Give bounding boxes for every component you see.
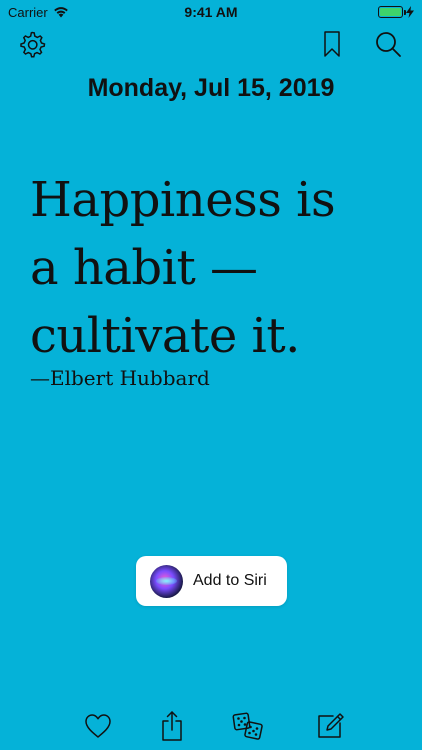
quote-line: a habit — bbox=[30, 240, 258, 296]
carrier-label: Carrier bbox=[8, 4, 48, 20]
add-to-siri-button[interactable]: Add to Siri bbox=[136, 556, 287, 606]
quote-line: Happiness is bbox=[30, 172, 336, 228]
wifi-icon bbox=[53, 7, 68, 18]
quote-author: —Elbert Hubbard bbox=[30, 366, 210, 390]
status-bar: Carrier 9:41 AM bbox=[0, 0, 422, 24]
dice-icon bbox=[232, 712, 263, 740]
share-icon bbox=[162, 711, 182, 741]
bookmark-button[interactable] bbox=[316, 28, 348, 60]
settings-button[interactable] bbox=[16, 28, 48, 60]
compose-icon bbox=[318, 713, 344, 738]
siri-icon bbox=[150, 564, 183, 598]
favorite-button[interactable] bbox=[80, 708, 116, 744]
bottom-toolbar bbox=[0, 708, 422, 744]
bookmark-icon bbox=[324, 31, 340, 57]
status-left: Carrier bbox=[8, 5, 148, 20]
nav-bar bbox=[0, 28, 422, 60]
quote-line: cultivate it. bbox=[30, 308, 300, 364]
charging-bolt-icon bbox=[406, 6, 414, 18]
quote-text: Happiness is a habit — cultivate it. bbox=[30, 166, 400, 370]
date-heading: Monday, Jul 15, 2019 bbox=[87, 74, 335, 102]
random-quote-button[interactable] bbox=[230, 708, 266, 744]
compose-button[interactable] bbox=[312, 708, 348, 744]
status-time: 9:41 AM bbox=[184, 4, 238, 20]
search-button[interactable] bbox=[372, 28, 404, 60]
search-icon bbox=[376, 32, 401, 57]
battery-icon bbox=[378, 6, 406, 18]
status-right bbox=[274, 6, 414, 18]
heart-icon bbox=[85, 714, 111, 738]
share-button[interactable] bbox=[154, 708, 190, 744]
add-to-siri-label: Add to Siri bbox=[193, 572, 267, 589]
gear-icon bbox=[20, 31, 46, 58]
